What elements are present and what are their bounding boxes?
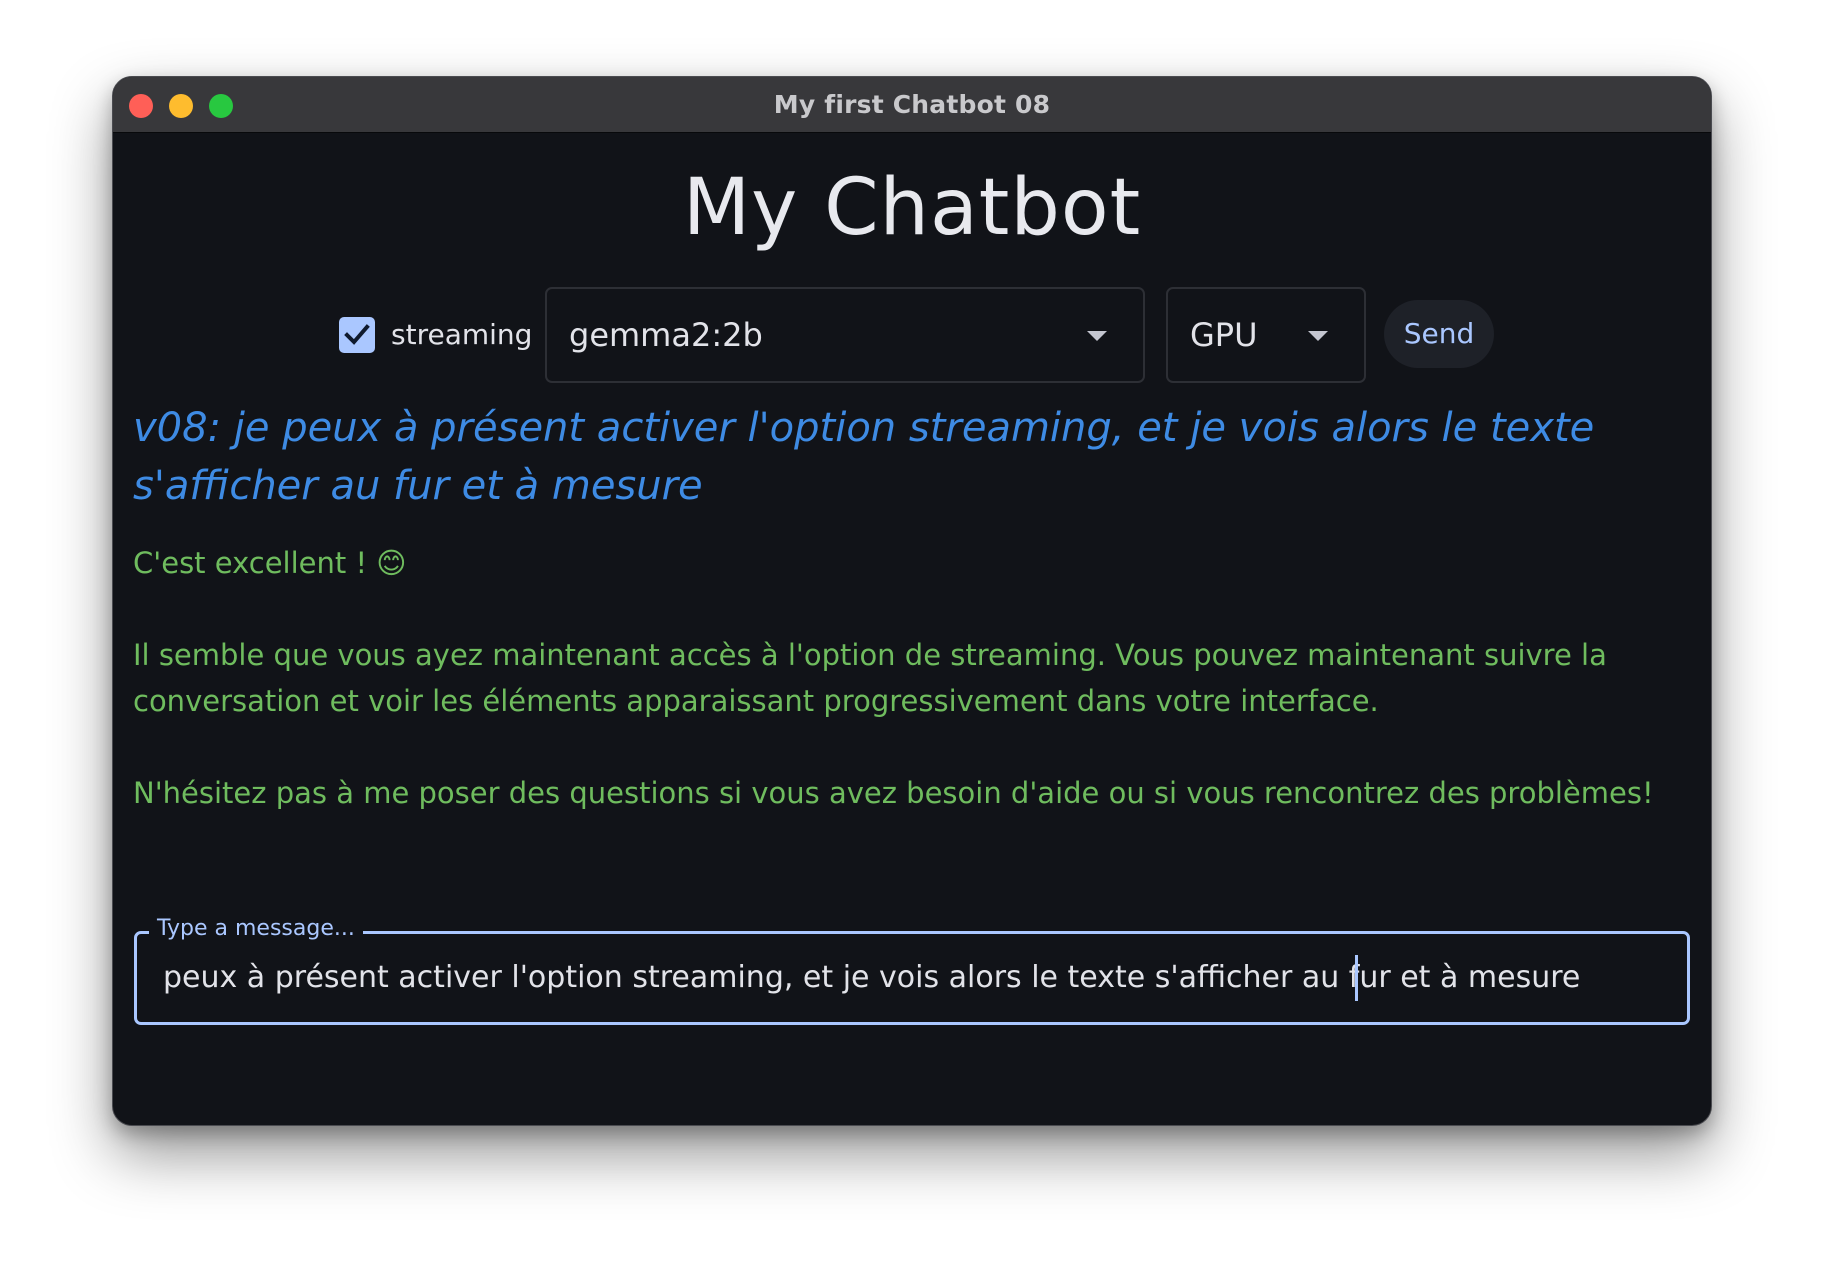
model-dropdown[interactable]: gemma2:2b (545, 287, 1145, 383)
text-caret (1355, 955, 1358, 1001)
user-message: v08: je peux à présent activer l'option … (133, 405, 1595, 509)
app-window: My first Chatbot 08 My Chatbot streaming… (112, 76, 1712, 1126)
bot-response-paragraph: Il semble que vous ayez maintenant accès… (133, 638, 1607, 718)
window-title: My first Chatbot 08 (773, 90, 1051, 119)
window-titlebar[interactable]: My first Chatbot 08 (113, 77, 1711, 133)
check-icon (344, 324, 370, 345)
page-title: My Chatbot (682, 163, 1142, 253)
streaming-checkbox[interactable] (339, 317, 375, 353)
streaming-label[interactable]: streaming (391, 317, 532, 353)
chevron-down-icon (1308, 331, 1328, 341)
message-input-value[interactable]: peux à présent activer l'option streamin… (163, 934, 1580, 1022)
bot-response: C'est excellent ! 😊 Il semble que vous a… (133, 540, 1693, 816)
model-dropdown-value: gemma2:2b (569, 316, 763, 354)
message-input-label: Type a message... (149, 916, 363, 942)
chevron-down-icon (1087, 331, 1107, 341)
send-button[interactable]: Send (1384, 300, 1494, 368)
message-input[interactable]: peux à présent activer l'option streamin… (134, 931, 1690, 1025)
device-dropdown[interactable]: GPU (1166, 287, 1366, 383)
device-dropdown-value: GPU (1190, 316, 1258, 354)
bot-response-paragraph: C'est excellent ! 😊 (133, 546, 407, 580)
bot-response-paragraph: N'hésitez pas à me poser des questions s… (133, 776, 1654, 810)
